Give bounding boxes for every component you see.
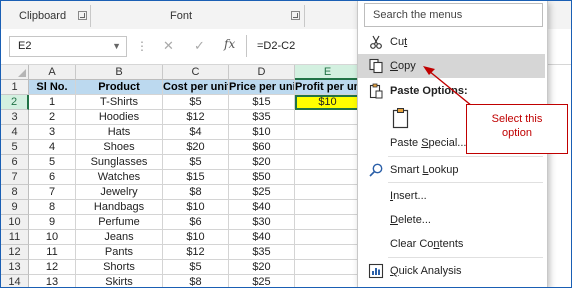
- excel-window: Clipboard Font E2 ▼ ⋮ ✕ ✓ fx =D2-C2 ABCD…: [0, 0, 572, 288]
- callout-text: option: [502, 127, 532, 139]
- callout-text: Select this: [491, 113, 543, 125]
- callout-box: Select this option: [466, 104, 568, 154]
